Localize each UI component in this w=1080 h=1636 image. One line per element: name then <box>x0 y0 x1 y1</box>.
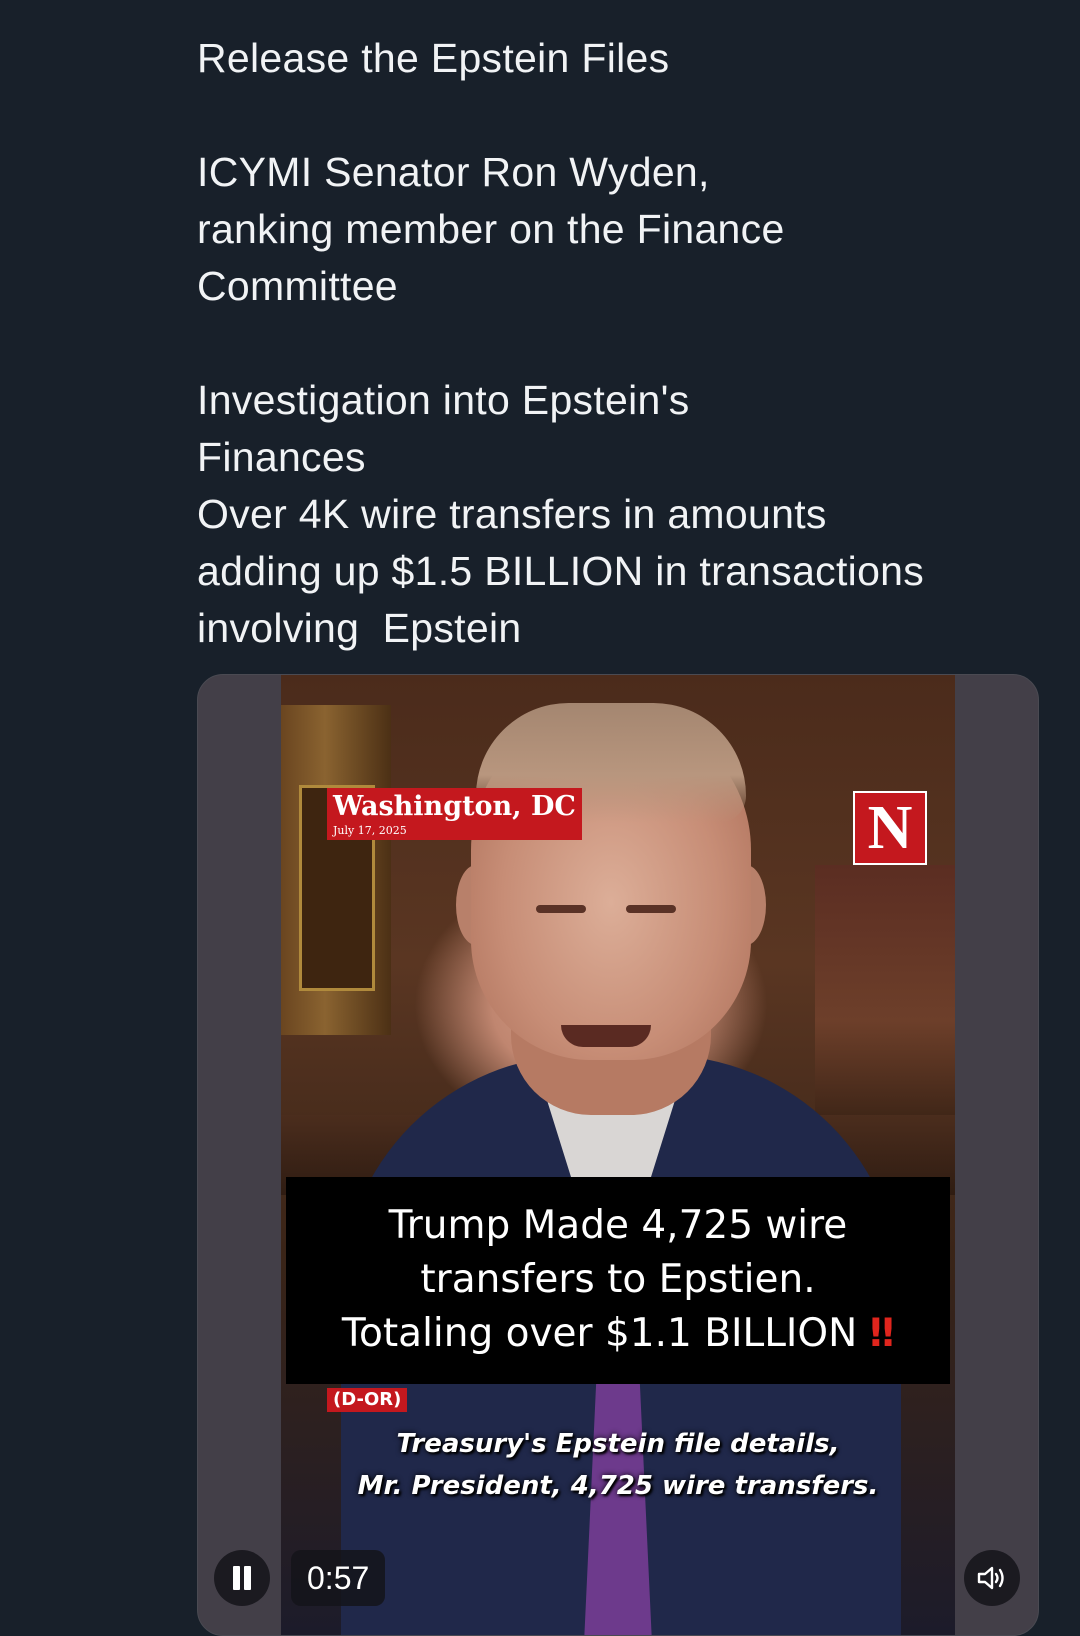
video-subtitle: Treasury's Epstein file details, Mr. Pre… <box>281 1423 955 1507</box>
caption-line: transfers to Epstien. <box>420 1257 816 1302</box>
pause-button[interactable] <box>214 1550 270 1606</box>
post-line: Finances <box>197 434 366 480</box>
video-frame[interactable]: Washington, DC July 17, 2025 N Trump Mad… <box>281 675 955 1635</box>
background-panel <box>281 705 391 1035</box>
location-title: Washington, DC <box>333 791 576 822</box>
post-line: ranking member on the Finance <box>197 206 785 252</box>
post-line: Committee <box>197 263 398 309</box>
post-line: involving Epstein <box>197 605 522 651</box>
video-time: 0:57 <box>291 1550 386 1606</box>
volume-button[interactable] <box>964 1550 1020 1606</box>
caption-line: Totaling over $1.1 BILLION ‼ <box>341 1311 895 1356</box>
location-date: July 17, 2025 <box>333 824 407 837</box>
video-player[interactable]: Washington, DC July 17, 2025 N Trump Mad… <box>197 674 1039 1636</box>
post-line: ICYMI Senator Ron Wyden, <box>197 149 710 195</box>
post-line: adding up $1.5 BILLION in transactions <box>197 548 925 594</box>
caption-line: Trump Made 4,725 wire <box>388 1203 848 1248</box>
post-line: Over 4K wire transfers in amounts <box>197 491 827 537</box>
location-badge: Washington, DC July 17, 2025 <box>327 788 582 840</box>
post-headline: Release the Epstein Files <box>197 35 670 81</box>
video-caption-box: Trump Made 4,725 wire transfers to Epsti… <box>286 1177 950 1384</box>
subtitle-line: Treasury's Epstein file details, <box>396 1429 840 1459</box>
brand-logo: N <box>853 791 927 865</box>
post-text: Release the Epstein Files ICYMI Senator … <box>197 30 1037 657</box>
party-tag: (D-OR) <box>327 1388 408 1412</box>
post-line: Investigation into Epstein's <box>197 377 690 423</box>
background-panel <box>815 865 955 1125</box>
double-exclamation-icon: ‼ <box>869 1311 895 1356</box>
post-body: Release the Epstein Files ICYMI Senator … <box>197 30 1037 657</box>
volume-icon <box>977 1566 1004 1590</box>
subtitle-line: Mr. President, 4,725 wire transfers. <box>357 1471 879 1501</box>
